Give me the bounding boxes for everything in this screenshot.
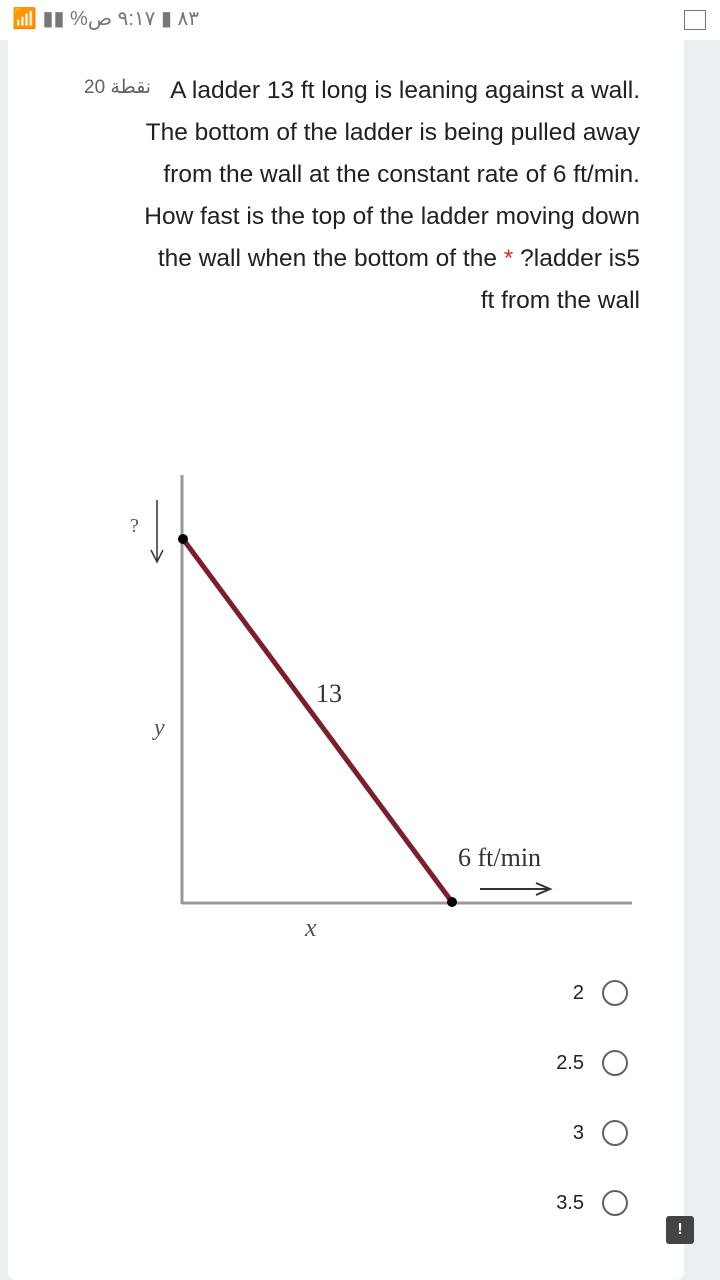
x-label: x xyxy=(304,913,317,942)
ladder-bottom-point xyxy=(447,897,457,907)
option-3-5[interactable]: 3.5 xyxy=(556,1190,628,1216)
radio-button[interactable] xyxy=(602,1190,628,1216)
ladder-diagram: ? 13 y 6 ft/min x xyxy=(130,475,632,942)
radio-button[interactable] xyxy=(602,1120,628,1146)
ladder-line xyxy=(180,537,455,904)
feedback-icon[interactable]: ! xyxy=(666,1216,694,1244)
radio-button[interactable] xyxy=(602,1050,628,1076)
option-2[interactable]: 2 xyxy=(573,980,628,1006)
ladder-length-label: 13 xyxy=(316,679,342,708)
radio-button[interactable] xyxy=(602,980,628,1006)
rate-label: 6 ft/min xyxy=(458,843,541,872)
option-2-5[interactable]: 2.5 xyxy=(556,1050,628,1076)
unknown-rate-label: ? xyxy=(130,515,139,537)
ladder-top-point xyxy=(178,534,188,544)
option-3[interactable]: 3 xyxy=(573,1120,628,1146)
y-label: y xyxy=(152,715,165,741)
